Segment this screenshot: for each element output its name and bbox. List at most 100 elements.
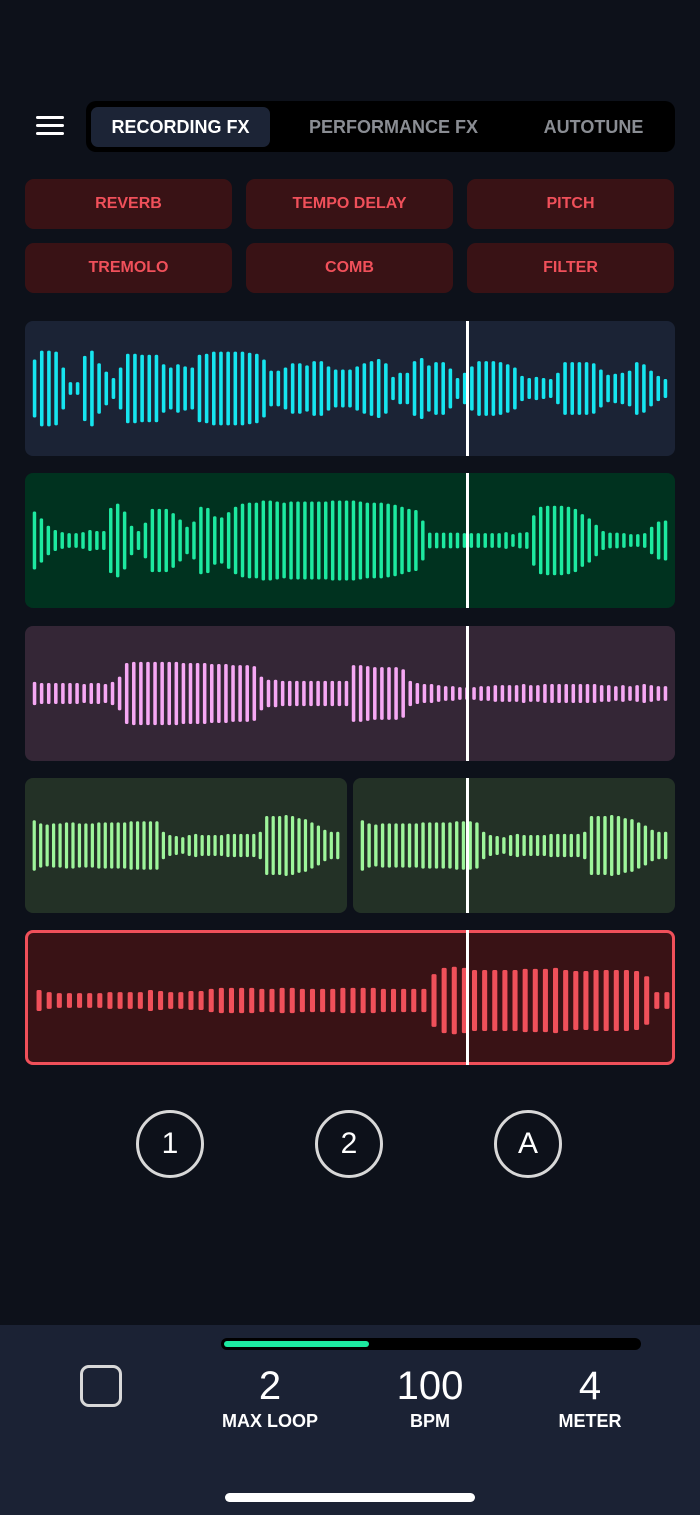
- waveform-bar: [187, 834, 191, 857]
- waveform-bar: [498, 362, 503, 415]
- waveform-bar: [434, 822, 439, 869]
- waveform-bar: [310, 501, 314, 580]
- fx-reverb-button[interactable]: REVERB: [25, 179, 232, 229]
- waveform: [360, 814, 668, 877]
- playhead-line[interactable]: [465, 930, 469, 1065]
- waveform-bar: [563, 969, 569, 1032]
- waveform-bar: [176, 364, 180, 413]
- waveform-bar: [46, 992, 52, 1009]
- waveform-bar: [515, 833, 520, 858]
- waveform-bar: [320, 988, 326, 1013]
- waveform-bar: [330, 680, 335, 707]
- waveform-bar: [118, 367, 123, 410]
- waveform-bar: [434, 362, 438, 415]
- track-1[interactable]: [25, 321, 675, 456]
- waveform-bar: [188, 662, 193, 725]
- waveform-bar: [470, 366, 474, 411]
- waveform-bar: [468, 821, 472, 870]
- meter-stat[interactable]: 4 METER: [510, 1363, 670, 1432]
- waveform-bar: [312, 361, 316, 416]
- waveform-bar: [303, 819, 308, 872]
- waveform-bar: [564, 684, 568, 703]
- waveform-bar: [522, 968, 528, 1033]
- waveform-bar: [68, 682, 72, 705]
- track-5-recording[interactable]: [25, 930, 675, 1065]
- playhead-line[interactable]: [465, 473, 469, 608]
- waveform-bar: [621, 685, 625, 702]
- waveform-bar: [280, 680, 285, 707]
- fx-tremolo-button[interactable]: TREMOLO: [25, 243, 232, 293]
- track-4a[interactable]: [25, 778, 347, 913]
- waveform: [36, 966, 670, 1035]
- waveform-bar: [310, 822, 314, 869]
- track-4b[interactable]: [353, 778, 675, 913]
- hamburger-menu-icon[interactable]: [36, 114, 64, 138]
- waveform-bar: [316, 825, 321, 866]
- waveform-bar: [497, 533, 501, 548]
- waveform-bar: [287, 680, 292, 707]
- waveform-bar: [545, 505, 550, 576]
- waveform-bar: [174, 661, 179, 726]
- waveform-bar: [401, 988, 407, 1013]
- waveform-bar: [336, 831, 340, 860]
- waveform-bar: [284, 814, 288, 877]
- waveform-bar: [603, 969, 609, 1032]
- stop-square-icon[interactable]: [80, 1365, 122, 1407]
- waveform-bar: [644, 976, 650, 1025]
- fx-comb-button[interactable]: COMB: [246, 243, 453, 293]
- tab-performance-fx[interactable]: PERFORMANCE FX: [286, 107, 501, 147]
- waveform-bar: [147, 354, 152, 423]
- waveform-bar: [137, 992, 143, 1009]
- track-2[interactable]: [25, 473, 675, 608]
- track-3[interactable]: [25, 626, 675, 761]
- loop-1-button[interactable]: 1: [136, 1110, 204, 1178]
- fx-pitch-button[interactable]: PITCH: [467, 179, 674, 229]
- tab-recording-fx[interactable]: RECORDING FX: [91, 107, 270, 147]
- waveform-bar: [317, 501, 321, 580]
- waveform-bar: [635, 685, 639, 702]
- fx-filter-button[interactable]: FILTER: [467, 243, 674, 293]
- waveform-bar: [32, 681, 37, 706]
- waveform-bar: [541, 377, 546, 400]
- waveform-bar: [161, 831, 166, 860]
- waveform-bar: [642, 533, 647, 548]
- playhead-line[interactable]: [465, 626, 469, 761]
- tab-autotune[interactable]: AUTOTUNE: [516, 107, 671, 147]
- fx-tempo-delay-button[interactable]: TEMPO DELAY: [246, 179, 453, 229]
- waveform-bar: [623, 818, 627, 873]
- waveform-bar: [77, 823, 82, 868]
- waveform-bar: [117, 676, 122, 711]
- waveform-bar: [592, 684, 597, 703]
- waveform-bar: [217, 664, 221, 723]
- waveform-bar: [238, 665, 242, 722]
- waveform-bar: [458, 687, 462, 700]
- waveform-bar: [340, 987, 346, 1014]
- waveform-bar: [401, 669, 405, 718]
- loop-progress-bar: [221, 1338, 641, 1350]
- playhead-line[interactable]: [465, 778, 469, 913]
- loop-a-button[interactable]: A: [494, 1110, 562, 1178]
- waveform-bar: [254, 502, 259, 579]
- waveform-bar: [116, 822, 120, 869]
- max-loop-stat[interactable]: 2 MAX LOOP: [190, 1363, 350, 1432]
- waveform-bar: [407, 508, 411, 573]
- waveform-bar: [185, 526, 189, 555]
- waveform-bar: [514, 685, 519, 702]
- waveform-bar: [75, 382, 80, 395]
- loop-2-button[interactable]: 2: [315, 1110, 383, 1178]
- waveform-bar: [362, 363, 367, 414]
- waveform-bar: [209, 664, 214, 723]
- waveform-bar: [548, 379, 553, 398]
- playhead-line[interactable]: [465, 321, 469, 456]
- waveform-bar: [319, 361, 324, 416]
- waveform-bar: [74, 533, 78, 548]
- waveform-bar: [550, 684, 554, 703]
- home-indicator: [225, 1493, 475, 1502]
- waveform-bar: [643, 825, 648, 866]
- waveform-bar: [488, 834, 493, 857]
- waveform-bar: [491, 361, 496, 416]
- waveform-bar: [247, 502, 252, 579]
- waveform-bar: [606, 685, 611, 702]
- bpm-stat[interactable]: 100 BPM: [350, 1363, 510, 1432]
- waveform-bar: [610, 814, 614, 877]
